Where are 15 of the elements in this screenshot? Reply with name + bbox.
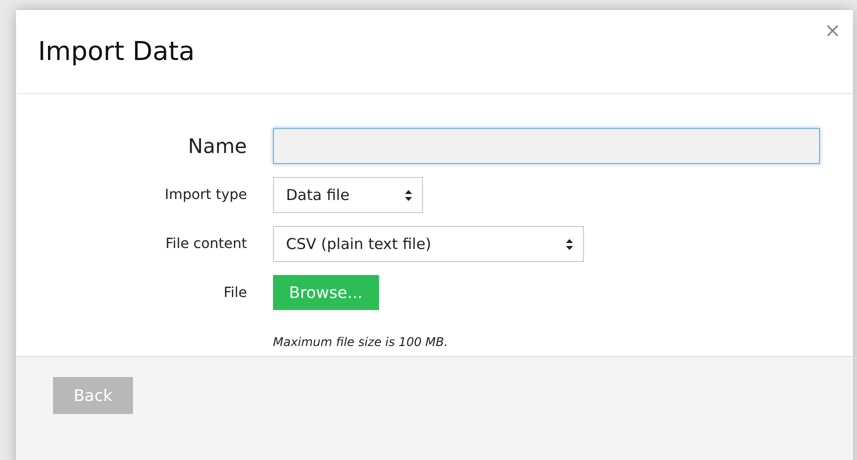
field-label: Import type — [164, 187, 247, 203]
select-value: Data file — [286, 186, 350, 204]
field-label: File — [222, 284, 247, 300]
file-size-note: Maximum file size is 100 MB. — [273, 335, 449, 349]
name-field[interactable] — [273, 128, 820, 164]
close-button[interactable]: × — [824, 18, 841, 42]
select-field[interactable]: Data file — [273, 177, 423, 213]
field-label: Name — [186, 134, 247, 158]
browse-button[interactable]: Browse... — [273, 275, 379, 310]
dialog-title: Import Data — [38, 36, 195, 66]
updown-arrows-icon — [405, 190, 412, 200]
field-label: File content — [164, 236, 247, 252]
select-field[interactable]: CSV (plain text file) — [273, 226, 584, 262]
select-value: CSV (plain text file) — [286, 235, 432, 253]
updown-arrows-icon — [566, 238, 573, 250]
